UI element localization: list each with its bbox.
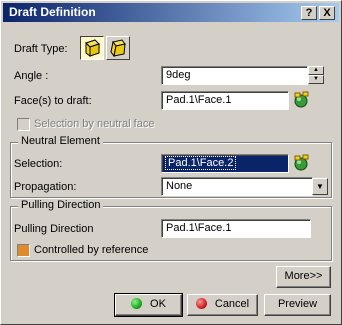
draft-type-label: Draft Type: [14, 43, 68, 55]
propagation-dropdown-icon[interactable]: ▼ [312, 178, 328, 195]
close-button[interactable]: X [319, 6, 335, 20]
draft-reflect-icon [110, 39, 126, 58]
faces-label: Face(s) to draft: [14, 95, 92, 107]
pulling-direction-input[interactable]: Pad.1\Face.1 [161, 219, 311, 238]
angle-label: Angle : [14, 70, 49, 82]
window-title: Draft Definition [9, 5, 96, 19]
neutral-selection-label: Selection: [14, 158, 63, 170]
help-button[interactable]: ? [301, 6, 317, 20]
more-button[interactable]: More>> [276, 266, 331, 288]
draft-type-face-button[interactable] [80, 36, 104, 60]
selection-by-neutral-face-label: Selection by neutral face [34, 118, 155, 130]
controlled-by-reference-label: Controlled by reference [34, 244, 149, 256]
preview-button[interactable]: Preview [264, 294, 331, 316]
propagation-label: Propagation: [14, 181, 77, 193]
selection-by-neutral-face-checkbox[interactable] [17, 118, 30, 131]
angle-input[interactable]: 9deg [161, 66, 308, 85]
neutral-selection-input[interactable]: Pad.1\Face.2 [161, 154, 289, 173]
multi-selection-icon [294, 91, 309, 108]
controlled-by-reference-checkbox[interactable] [17, 244, 30, 257]
cancel-button[interactable]: Cancel [187, 294, 258, 316]
draft-type-reflect-button[interactable] [106, 36, 130, 60]
multi-selection-icon [294, 154, 309, 171]
title-bar[interactable]: Draft Definition ? X [3, 3, 339, 22]
ok-icon [131, 298, 143, 309]
cancel-icon [195, 298, 207, 309]
neutral-selection-button[interactable] [292, 154, 310, 172]
spin-up-icon[interactable]: ▲ [308, 66, 324, 75]
draft-definition-dialog: Draft Definition ? X Draft Type: Angle :… [0, 0, 342, 325]
cancel-label: Cancel [214, 298, 250, 310]
neutral-element-title: Neutral Element [18, 135, 103, 147]
draft-face-icon [85, 39, 100, 57]
pulling-direction-label: Pulling Direction [14, 223, 94, 235]
ok-label: OK [150, 298, 166, 310]
faces-selection-button[interactable] [292, 91, 310, 109]
angle-spinner[interactable]: ▲ ▼ [308, 66, 324, 85]
ok-button[interactable]: OK [114, 293, 183, 317]
propagation-select[interactable]: None [161, 177, 313, 196]
pulling-direction-title: Pulling Direction [18, 199, 104, 211]
spin-down-icon[interactable]: ▼ [308, 75, 324, 84]
neutral-selection-value: Pad.1\Face.2 [164, 156, 237, 170]
faces-input[interactable]: Pad.1\Face.1 [161, 91, 289, 110]
